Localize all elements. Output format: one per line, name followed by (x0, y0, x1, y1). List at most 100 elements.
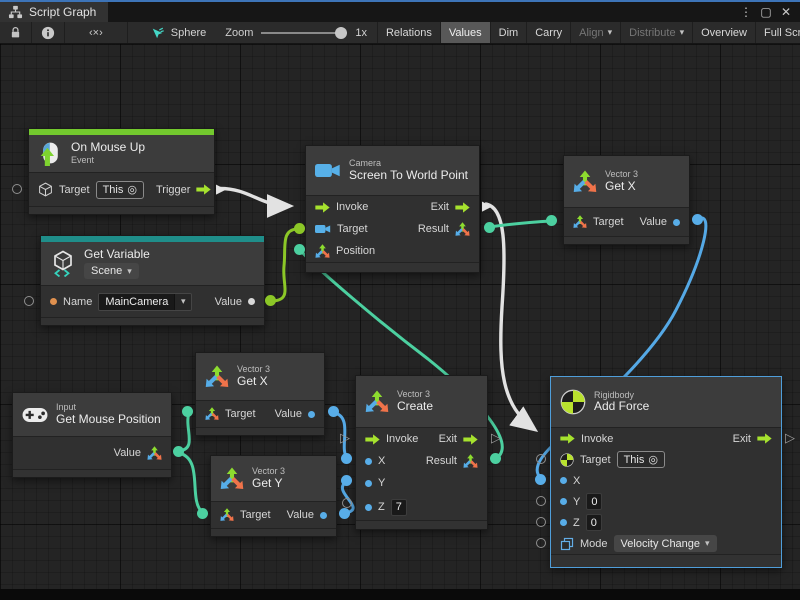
vector3-icon (365, 390, 389, 414)
graph-breadcrumb[interactable]: Sphere (142, 22, 215, 43)
this-target-chip[interactable]: This ◎ (617, 451, 665, 468)
invoke-label: Invoke (581, 433, 613, 445)
bullseye-icon: ◎ (648, 453, 658, 466)
code-icon: ‹×› (89, 27, 103, 39)
port-camera-result[interactable] (484, 222, 495, 233)
port-camera-position[interactable] (294, 244, 305, 255)
x-label: X (573, 475, 580, 487)
port-create-result[interactable] (490, 453, 501, 464)
zoom-control: Zoom 1x (215, 22, 377, 43)
title-bar: Script Graph ⋮ ▢ ✕ (0, 0, 800, 22)
port-addforce-mode[interactable] (536, 538, 546, 548)
graph-canvas[interactable]: On Mouse Up Event Target This ◎ Trigger (0, 44, 800, 600)
node-get-x-mid[interactable]: Vector 3 Get X Target Value (195, 352, 325, 436)
toggle-relations[interactable]: Relations (378, 22, 441, 43)
wire-mouse-value-to-gety-target[interactable] (179, 453, 202, 512)
port-create-y[interactable] (341, 475, 352, 486)
z-value-field[interactable]: 7 (391, 499, 407, 516)
port-getxtop-target[interactable] (546, 215, 557, 226)
port-create-exit[interactable]: ▷ (491, 431, 501, 444)
node-get-x-top[interactable]: Vector 3 Get X Target Value (563, 155, 690, 245)
node-title: Create (397, 400, 433, 414)
node-get-variable[interactable]: Get Variable Scene ▾ Name MainCamera ▾ V… (40, 235, 265, 326)
code-view-button[interactable]: ‹×› (65, 22, 128, 43)
variable-name-dropdown[interactable]: MainCamera ▾ (98, 293, 192, 311)
wire-variable-to-camera-target[interactable] (271, 229, 297, 301)
port-create-invoke[interactable]: ▷ (340, 431, 350, 444)
toggle-dim[interactable]: Dim (491, 22, 528, 43)
wire-trigger-to-invoke[interactable] (220, 189, 289, 207)
port-addforce-x[interactable] (535, 474, 546, 485)
port-getvariable-value[interactable] (265, 295, 276, 306)
close-icon[interactable]: ✕ (778, 5, 794, 19)
port-mouseposition-value[interactable] (173, 446, 184, 457)
port-getvariable-name[interactable] (24, 296, 34, 306)
zoom-slider[interactable] (261, 32, 347, 34)
port-onmouseup-target[interactable] (12, 184, 22, 194)
port-addforce-target[interactable] (536, 454, 546, 464)
flow-arrow-icon (560, 433, 575, 444)
float-type-icon (308, 411, 315, 418)
node-add-force[interactable]: Rigidbody Add Force Invoke Exit Target T… (550, 376, 782, 568)
tab-script-graph[interactable]: Script Graph (0, 2, 108, 22)
target-label: Target (59, 184, 90, 196)
maximize-icon[interactable]: ▢ (758, 5, 774, 19)
align-dropdown[interactable]: Align▾ (571, 22, 621, 43)
target-label: Target (580, 454, 611, 466)
lock-button[interactable] (0, 22, 32, 43)
overview-button[interactable]: Overview (693, 22, 756, 43)
flow-arrow-icon (196, 184, 211, 195)
port-getxmid-target[interactable] (182, 406, 193, 417)
value-label: Value (215, 296, 242, 308)
string-type-icon (50, 298, 57, 305)
port-create-z[interactable] (342, 498, 352, 508)
port-camera-target[interactable] (294, 223, 305, 234)
port-create-x[interactable] (341, 453, 352, 464)
this-target-chip[interactable]: This ◎ (96, 181, 144, 199)
node-create-vector3[interactable]: Vector 3 Create Invoke Exit X Result (355, 375, 488, 530)
result-label: Result (418, 223, 449, 235)
port-getxmid-value[interactable] (328, 406, 339, 417)
force-mode-dropdown[interactable]: Velocity Change ▾ (614, 535, 717, 552)
node-title: On Mouse Up (71, 141, 145, 155)
port-addforce-z[interactable] (536, 517, 546, 527)
flow-arrow-icon (463, 434, 478, 445)
flow-arrow-icon (315, 202, 330, 213)
port-addforce-exit[interactable]: ▷ (785, 431, 795, 444)
variable-scope-dropdown[interactable]: Scene ▾ (84, 263, 139, 279)
y-label: Y (573, 496, 580, 508)
vector3-type-icon (463, 454, 478, 469)
vector3-type-icon (220, 508, 234, 522)
name-label: Name (63, 296, 92, 308)
node-get-y[interactable]: Vector 3 Get Y Target Value (210, 455, 337, 537)
distribute-dropdown[interactable]: Distribute▾ (621, 22, 693, 43)
chevron-down-icon: ▾ (608, 27, 613, 38)
vector3-icon (220, 467, 244, 491)
value-label: Value (287, 509, 314, 521)
wire-mouse-value-to-getx-target[interactable] (179, 413, 189, 451)
info-button[interactable] (32, 22, 65, 43)
zoom-slider-handle[interactable] (335, 27, 347, 39)
toggle-carry[interactable]: Carry (527, 22, 571, 43)
vector3-type-icon (315, 244, 330, 259)
node-subtitle: Event (71, 155, 145, 165)
window-menu-icon[interactable]: ⋮ (738, 5, 754, 19)
graph-icon (8, 5, 23, 19)
port-getxtop-value[interactable] (692, 214, 703, 225)
wire-camera-result-to-getx-target[interactable] (489, 221, 551, 227)
node-screen-to-world-point[interactable]: Camera Screen To World Point Invoke Exit… (305, 145, 480, 273)
wire-exit-to-addforce-invoke[interactable] (485, 204, 534, 429)
target-label: Target (593, 216, 624, 228)
enum-type-icon (560, 537, 574, 551)
fullscreen-button[interactable]: Full Screen (756, 22, 800, 43)
port-onmouseup-trigger[interactable]: ▶ (216, 182, 226, 195)
port-camera-exit[interactable]: ▶ (482, 199, 492, 212)
node-get-mouse-position[interactable]: Input Get Mouse Position Value (12, 392, 172, 478)
z-value-field[interactable]: 0 (586, 514, 602, 531)
toggle-values[interactable]: Values (441, 22, 491, 43)
port-gety-value[interactable] (339, 508, 350, 519)
y-value-field[interactable]: 0 (586, 493, 602, 510)
node-on-mouse-up[interactable]: On Mouse Up Event Target This ◎ Trigger (28, 128, 215, 215)
port-gety-target[interactable] (197, 508, 208, 519)
port-addforce-y[interactable] (536, 496, 546, 506)
